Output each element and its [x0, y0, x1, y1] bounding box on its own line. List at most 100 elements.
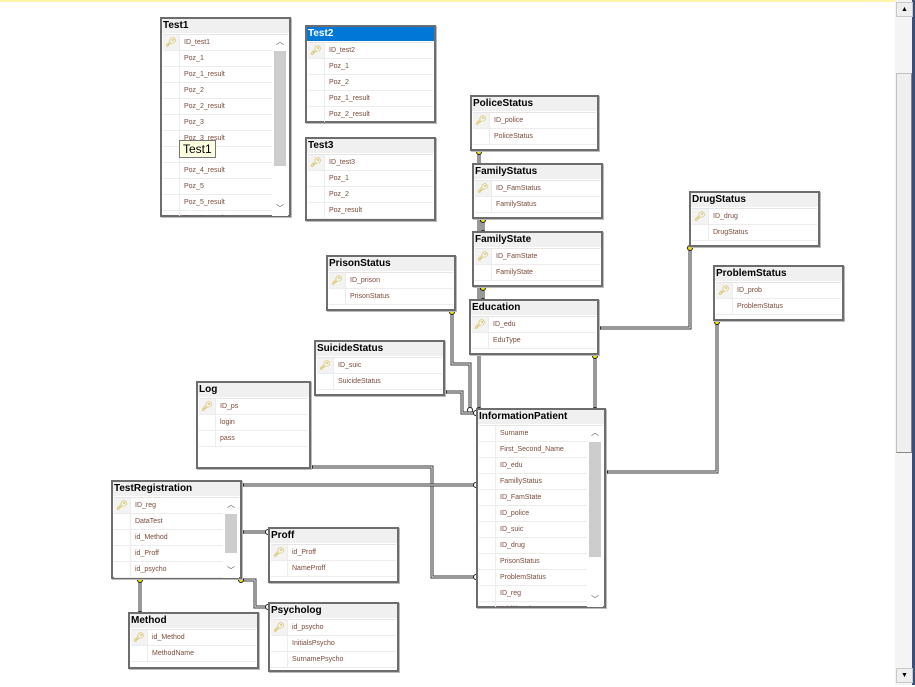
table-prisonstatus[interactable]: PrisonStatus 🔑︎ ID_prison PrisonStatus: [326, 255, 456, 311]
column-row[interactable]: ID_edu: [479, 458, 587, 474]
column-row[interactable]: InitialsPsycho: [271, 636, 396, 652]
column-row[interactable]: ID_police: [479, 506, 587, 522]
table-method[interactable]: Method 🔑︎ id_Method MethodName: [128, 612, 259, 669]
scroll-down-button[interactable]: ▼: [896, 668, 913, 683]
table-title[interactable]: Education: [471, 301, 597, 315]
column-row[interactable]: FamilyStatus: [475, 197, 600, 213]
table-scrollbar[interactable]: ︿ ﹀: [272, 35, 288, 216]
column-row[interactable]: 🔑︎ ID_drug: [692, 209, 817, 225]
scrollbar-thumb[interactable]: [274, 51, 286, 166]
column-row[interactable]: Poz_1: [308, 171, 433, 187]
column-row[interactable]: pass: [199, 431, 308, 447]
column-row[interactable]: Surname: [479, 426, 587, 442]
column-row[interactable]: 🔑︎ ID_reg: [114, 498, 223, 514]
table-psycholog[interactable]: Psycholog 🔑︎ id_psycho InitialsPsycho Su…: [268, 602, 399, 672]
column-row[interactable]: ID_drug: [479, 538, 587, 554]
table-test2[interactable]: Test2 🔑︎ ID_test2 Poz_1 Poz_2 Poz_1_resu…: [305, 25, 436, 123]
relationship-line[interactable]: [241, 579, 268, 608]
column-row[interactable]: Poz_1: [308, 59, 433, 75]
column-row[interactable]: Poz_6_result: [163, 211, 272, 216]
table-title[interactable]: FamilyState: [474, 233, 601, 247]
chevron-down-icon[interactable]: ﹀: [223, 564, 239, 578]
vertical-scrollbar[interactable]: ▲ ▼: [895, 0, 915, 685]
column-row[interactable]: Poz_5_result: [163, 195, 272, 211]
column-row[interactable]: Poz_1_result: [163, 67, 272, 83]
relationship-line[interactable]: [605, 322, 719, 474]
column-row[interactable]: Poz_3: [163, 115, 272, 131]
table-title[interactable]: PoliceStatus: [472, 97, 597, 111]
column-row[interactable]: NameProff: [271, 561, 396, 577]
table-title[interactable]: Test2: [307, 27, 434, 41]
table-education[interactable]: Education 🔑︎ ID_edu EduType: [469, 299, 599, 355]
column-row[interactable]: 🔑︎ id_Proff: [271, 545, 396, 561]
column-row[interactable]: Poz_2: [308, 187, 433, 203]
relationship-line[interactable]: [598, 248, 691, 329]
scrollbar-thumb[interactable]: [225, 514, 237, 553]
table-log[interactable]: Log 🔑︎ ID_ps login pass: [196, 381, 311, 469]
table-scrollbar[interactable]: ︿ ﹀: [223, 498, 239, 578]
chevron-down-icon[interactable]: ﹀: [587, 593, 603, 607]
column-row[interactable]: id_psycho: [114, 562, 223, 578]
column-row[interactable]: PrisonStatus: [329, 289, 453, 305]
column-row[interactable]: 🔑︎ ID_edu: [472, 317, 596, 333]
column-row[interactable]: Poz_2_result: [163, 99, 272, 115]
table-testregistration[interactable]: TestRegistration 🔑︎ ID_reg DataTest id_M…: [111, 480, 242, 579]
chevron-down-icon[interactable]: ﹀: [272, 202, 288, 216]
table-drugstatus[interactable]: DrugStatus 🔑︎ ID_drug DrugStatus: [689, 191, 820, 247]
column-row[interactable]: DataTest: [114, 514, 223, 530]
table-title[interactable]: FamilyStatus: [474, 165, 601, 179]
column-row[interactable]: login: [199, 415, 308, 431]
table-title[interactable]: PrisonStatus: [328, 257, 454, 271]
table-policestatus[interactable]: PoliceStatus 🔑︎ ID_police PoliceStatus: [470, 95, 599, 151]
column-row[interactable]: 🔑︎ ID_test1: [163, 35, 272, 51]
column-row[interactable]: SuicideStatus: [317, 374, 442, 390]
column-row[interactable]: 🔑︎ ID_test3: [308, 155, 433, 171]
table-title[interactable]: Proff: [270, 529, 397, 543]
column-row[interactable]: id_Proff: [114, 546, 223, 562]
column-row[interactable]: 🔑︎ ID_suic: [317, 358, 442, 374]
table-familystatus[interactable]: FamilyStatus 🔑︎ ID_FamStatus FamilyStatu…: [472, 163, 603, 219]
column-row[interactable]: MethodName: [131, 646, 256, 662]
chevron-up-icon[interactable]: ︿: [272, 35, 288, 49]
table-title[interactable]: InformationPatient: [478, 410, 604, 424]
column-row[interactable]: Poz_2_result: [308, 107, 433, 122]
scrollbar-thumb[interactable]: [896, 73, 912, 453]
column-row[interactable]: First_Second_Name: [479, 442, 587, 458]
column-row[interactable]: ID_suic: [479, 522, 587, 538]
column-row[interactable]: Poz_1_result: [308, 91, 433, 107]
table-familystate[interactable]: FamilyState 🔑︎ ID_FamState FamilyState: [472, 231, 603, 287]
table-problemstatus[interactable]: ProblemStatus 🔑︎ ID_prob ProblemStatus: [713, 265, 844, 321]
table-title[interactable]: SuicideStatus: [316, 342, 443, 356]
column-row[interactable]: 🔑︎ ID_test2: [308, 43, 433, 59]
table-title[interactable]: Log: [198, 383, 309, 397]
column-row[interactable]: Additional: [479, 602, 587, 607]
column-row[interactable]: FamillyStatus: [479, 474, 587, 490]
relationship-line[interactable]: [598, 248, 692, 330]
table-title[interactable]: Method: [130, 614, 257, 628]
table-title[interactable]: Test1: [162, 19, 289, 33]
table-scrollbar[interactable]: ︿ ﹀: [587, 426, 603, 607]
table-title[interactable]: TestRegistration: [113, 482, 240, 496]
column-row[interactable]: DrugStatus: [692, 225, 817, 241]
scroll-up-button[interactable]: ▲: [896, 2, 913, 17]
table-title[interactable]: Test3: [307, 139, 434, 153]
column-row[interactable]: ID_FamState: [479, 490, 587, 506]
column-row[interactable]: Poz_result: [308, 203, 433, 219]
column-row[interactable]: Poz_5: [163, 179, 272, 195]
column-row[interactable]: 🔑︎ ID_FamStatus: [475, 181, 600, 197]
table-title[interactable]: DrugStatus: [691, 193, 818, 207]
column-row[interactable]: Poz_2: [163, 83, 272, 99]
chevron-up-icon[interactable]: ︿: [223, 498, 239, 512]
column-row[interactable]: 🔑︎ ID_prison: [329, 273, 453, 289]
table-test3[interactable]: Test3 🔑︎ ID_test3 Poz_1 Poz_2 Poz_result: [305, 137, 436, 221]
diagram-canvas[interactable]: Test1 🔑︎ ID_test1 Poz_1 Poz_1_result Poz…: [0, 2, 895, 685]
table-test1[interactable]: Test1 🔑︎ ID_test1 Poz_1 Poz_1_result Poz…: [160, 17, 291, 217]
column-row[interactable]: Poz_1: [163, 51, 272, 67]
column-row[interactable]: ProblemStatus: [479, 570, 587, 586]
column-row[interactable]: Poz_4_result: [163, 163, 272, 179]
chevron-up-icon[interactable]: ︿: [587, 426, 603, 440]
column-row[interactable]: FamilyState: [475, 265, 600, 281]
column-row[interactable]: 🔑︎ id_Method: [131, 630, 256, 646]
column-row[interactable]: 🔑︎ ID_FamState: [475, 249, 600, 265]
column-row[interactable]: 🔑︎ id_psycho: [271, 620, 396, 636]
